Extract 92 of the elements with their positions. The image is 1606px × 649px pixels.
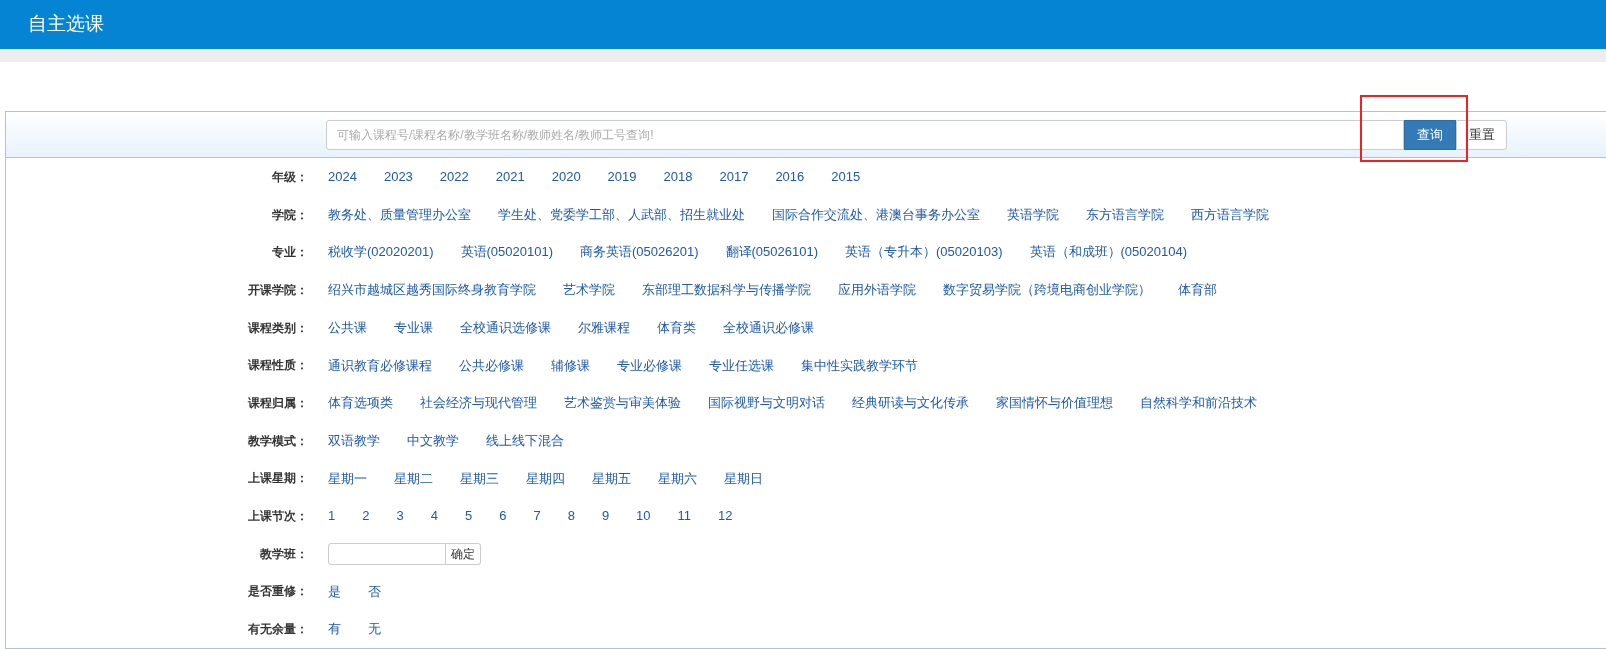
filter-option[interactable]: 3 [396,506,404,526]
filter-option[interactable]: 星期日 [724,468,763,489]
filter-option[interactable]: 尔雅课程 [578,317,630,338]
filter-option[interactable]: 社会经济与现代管理 [420,393,537,413]
filter-label: 上课星期： [247,470,308,488]
filter-option[interactable]: 2020 [551,167,581,187]
filter-label: 学院： [271,206,308,224]
filter-option[interactable]: 艺术学院 [563,280,615,300]
filter-option[interactable]: 英语（和成班）(05020104) [1029,242,1187,262]
filter-option[interactable]: 2022 [439,167,469,187]
filter-option[interactable]: 8 [567,506,575,526]
filter-option[interactable]: 体育选项类 [328,393,393,413]
filter-option[interactable]: 商务英语(05026201) [580,242,699,262]
filter-option[interactable]: 11 [677,506,692,526]
filter-option[interactable]: 无 [368,619,381,639]
filter-option[interactable]: 数字贸易学院（跨境电商创业学院） [943,280,1151,300]
filter-label: 是否重修： [247,583,308,601]
filter-option[interactable]: 东部理工数据科学与传播学院 [642,280,811,300]
filter-option[interactable]: 12 [718,506,733,526]
filter-option[interactable]: 东方语言学院 [1086,204,1164,225]
filter-option[interactable]: 专业课 [394,317,433,338]
filter-option[interactable]: 是 [328,581,341,602]
filter-option[interactable]: 星期四 [526,468,565,489]
filter-option[interactable]: 应用外语学院 [838,280,916,300]
filter-option[interactable]: 星期二 [394,468,433,489]
reset-button[interactable]: 重置 [1456,119,1507,150]
filter-option[interactable]: 体育部 [1178,280,1217,300]
filter-option[interactable]: 2016 [775,167,805,187]
filter-option[interactable]: 绍兴市越城区越秀国际终身教育学院 [328,280,536,300]
filter-label: 上课节次： [247,508,308,526]
filter-label: 课程类别： [247,319,308,337]
filter-label: 专业： [271,244,308,262]
search-field[interactable]: 可输入课程号/课程名称/教学班名称/教师姓名/教师工号查询! [326,119,1404,150]
filter-option[interactable]: 自然科学和前沿技术 [1140,393,1257,413]
filter-option[interactable]: 6 [499,506,507,526]
filter-option[interactable]: 公共课 [328,317,367,338]
filter-option[interactable]: 英语（专升本）(05020103) [845,242,1003,262]
filter-label: 教学模式： [247,432,308,450]
filter-option[interactable]: 线上线下混合 [486,430,564,451]
filter-label: 开课学院： [247,281,308,299]
filter-option[interactable]: 双语教学 [328,430,380,451]
filter-option[interactable]: 教务处、质量管理办公室 [328,204,471,225]
filter-option[interactable]: 5 [464,506,473,526]
filter-option[interactable]: 2017 [719,167,749,187]
filter-option[interactable]: 西方语言学院 [1191,204,1269,225]
query-button[interactable]: 查询 [1404,119,1456,150]
filter-option[interactable]: 全校通识必修课 [723,317,814,338]
page-title: 自主选课 [28,12,104,37]
filter-option[interactable]: 否 [368,581,381,602]
filter-option[interactable]: 9 [601,506,610,526]
filter-label: 课程归属： [247,394,308,412]
filter-option[interactable]: 星期一 [328,468,367,489]
filter-option[interactable]: 翻译(05026101) [725,242,818,262]
filter-option[interactable]: 全校通识选修课 [460,317,551,338]
filter-label: 年级： [271,168,308,186]
filter-option[interactable]: 2 [362,506,370,526]
filter-option[interactable]: 国际视野与文明对话 [708,393,825,413]
filter-option[interactable]: 10 [636,506,651,526]
filter-option[interactable]: 专业必修课 [617,355,682,376]
filter-option[interactable]: 学生处、党委学工部、人武部、招生就业处 [498,204,745,225]
filter-option[interactable]: 通识教育必修课程 [328,355,432,376]
filter-label: 课程性质： [247,357,308,375]
filter-option[interactable]: 2021 [495,167,525,187]
filter-option[interactable]: 中文教学 [407,430,459,451]
filter-option[interactable]: 家国情怀与价值理想 [996,393,1113,413]
filter-option[interactable]: 7 [533,506,541,526]
filter-option[interactable]: 2024 [328,167,357,187]
class-input-field[interactable] [328,542,446,565]
filter-label: 教学班： [259,545,308,563]
filter-option[interactable]: 星期三 [460,468,499,489]
filter-label: 有无余量： [247,621,308,639]
filter-option[interactable]: 2015 [831,167,861,187]
filter-option[interactable]: 英语学院 [1007,204,1059,225]
filter-option[interactable]: 1 [328,506,336,526]
filter-option[interactable]: 集中性实践教学环节 [801,355,918,376]
filter-option[interactable]: 辅修课 [551,355,590,376]
filter-option[interactable]: 星期六 [658,468,697,489]
filter-option[interactable]: 国际合作交流处、港澳台事务办公室 [772,204,980,225]
filter-option[interactable]: 4 [430,506,438,526]
filter-option[interactable]: 英语(05020101) [460,242,553,262]
filter-option[interactable]: 专业任选课 [709,355,774,376]
filter-option[interactable]: 公共必修课 [459,355,524,376]
filter-option[interactable]: 2023 [383,167,413,187]
filter-option[interactable]: 体育类 [657,317,696,338]
filter-option[interactable]: 2018 [663,167,693,187]
filter-option[interactable]: 有 [328,619,341,639]
filter-option[interactable]: 税收学(02020201) [328,242,434,262]
filter-option[interactable]: 星期五 [592,468,631,489]
filter-option[interactable]: 经典研读与文化传承 [852,393,969,413]
filter-option[interactable]: 2019 [607,167,637,187]
confirm-button[interactable]: 确定 [446,542,481,565]
filter-option[interactable]: 艺术鉴赏与审美体验 [564,393,681,413]
